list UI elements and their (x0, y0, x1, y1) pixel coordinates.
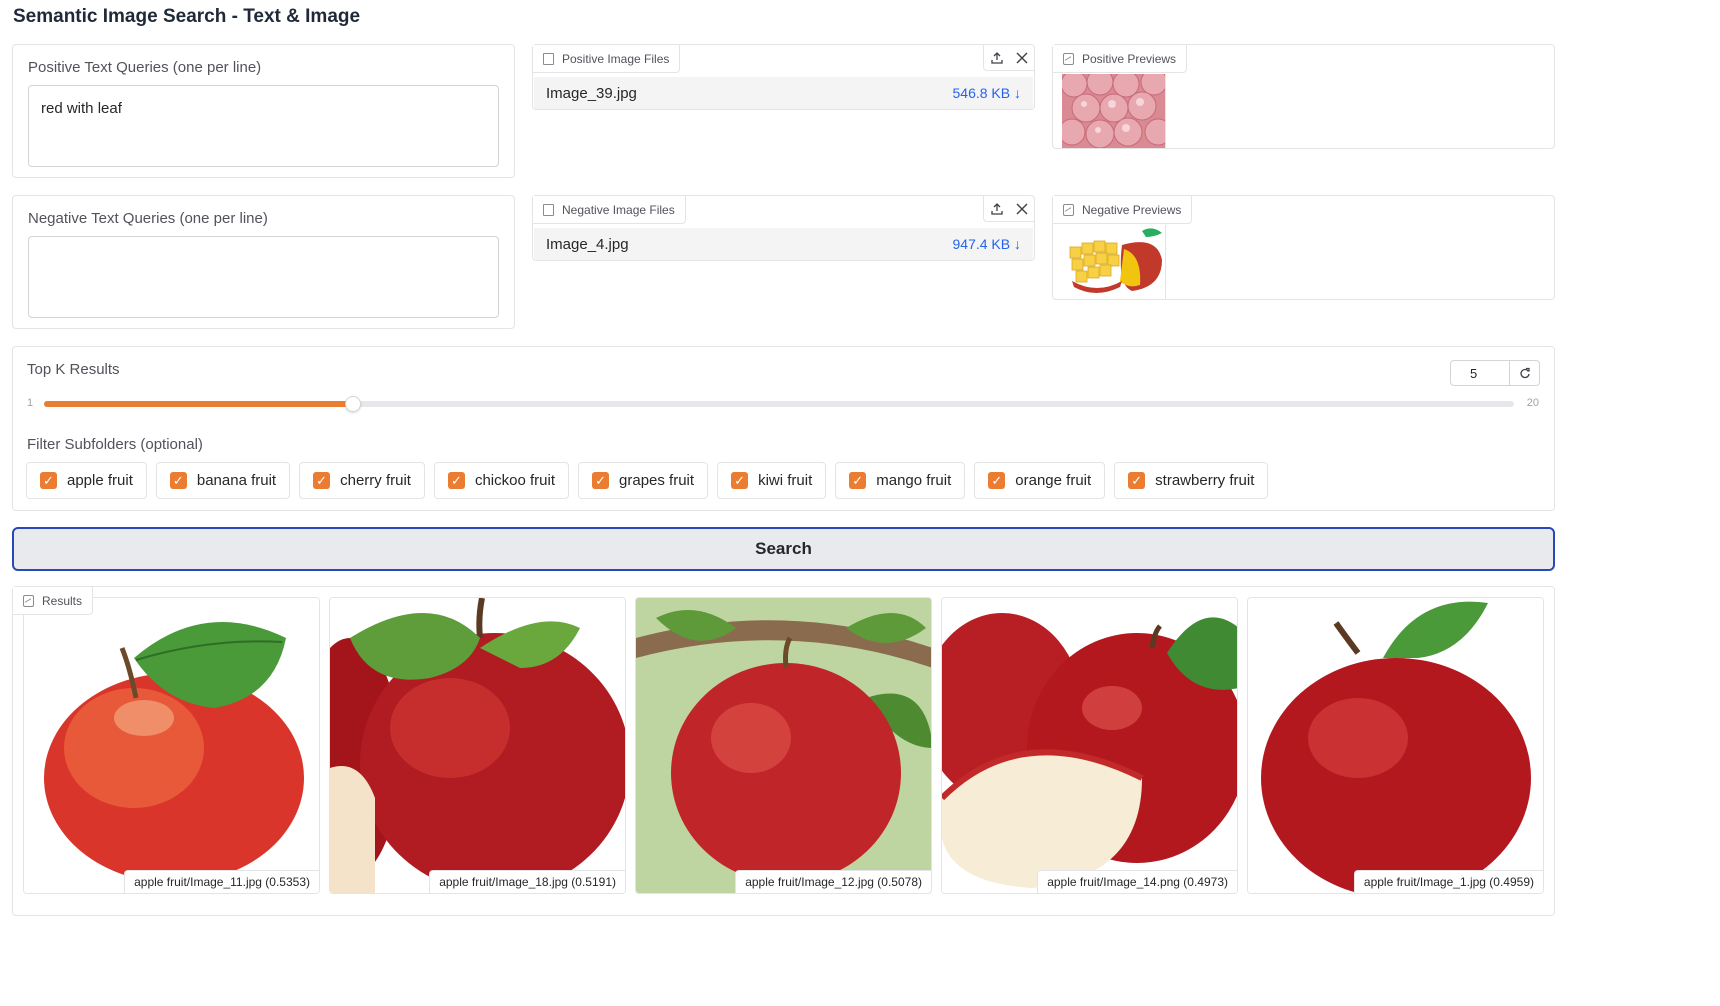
positive-text-input[interactable]: red with leaf (28, 85, 499, 167)
positive-text-panel: Positive Text Queries (one per line) red… (12, 44, 515, 178)
filter-option-label: chickoo fruit (474, 472, 556, 489)
filter-option-label: grapes fruit (619, 472, 695, 489)
results-tab: Results (13, 587, 94, 615)
apple-image (24, 598, 319, 893)
file-download-link[interactable]: 546.8 KB ↓ (953, 85, 1022, 101)
file-icon (543, 52, 554, 65)
file-name: Image_4.jpg (546, 235, 629, 253)
slider-min-label: 1 (27, 397, 34, 409)
file-row[interactable]: Image_4.jpg 947.4 KB ↓ (534, 228, 1033, 260)
apple-image (636, 598, 931, 893)
filter-option-label: mango fruit (876, 472, 952, 489)
positive-files-label: Positive Image Files (562, 51, 670, 66)
checkbox[interactable]: ✓ (40, 472, 57, 489)
top-k-slider[interactable] (44, 396, 1514, 412)
file-row[interactable]: Image_39.jpg 546.8 KB ↓ (534, 77, 1033, 109)
result-item[interactable]: apple fruit/Image_1.jpg (0.4959) (1247, 597, 1544, 894)
page-title: Semantic Image Search - Text & Image (13, 6, 361, 27)
negative-previews-tab: Negative Previews (1053, 196, 1193, 224)
checkbox[interactable]: ✓ (731, 472, 749, 489)
result-item[interactable]: apple fruit/Image_14.png (0.4973) (941, 597, 1238, 894)
negative-text-panel: Negative Text Queries (one per line) (12, 195, 515, 329)
positive-previews-tab: Positive Previews (1053, 45, 1188, 73)
results-label: Results (42, 593, 83, 608)
negative-files-panel: Negative Image Files Image_4.jpg 947.4 K… (532, 195, 1035, 261)
filter-option-strawberry[interactable]: ✓ strawberry fruit (1114, 462, 1269, 499)
positive-files-panel: Positive Image Files Image_39.jpg 546.8 … (532, 44, 1035, 110)
negative-preview-thumbnail[interactable] (1062, 225, 1166, 299)
filter-option-label: apple fruit (67, 472, 133, 489)
image-icon (23, 594, 34, 607)
file-icon (543, 203, 554, 216)
image-icon (1063, 52, 1074, 65)
positive-previews-panel: Positive Previews (1052, 44, 1555, 149)
slider-fill (44, 401, 353, 407)
result-item[interactable]: apple fruit/Image_18.jpg (0.5191) (329, 597, 626, 894)
filter-option-orange[interactable]: ✓ orange fruit (974, 462, 1106, 499)
apple-image (942, 598, 1237, 893)
apple-image (1248, 598, 1543, 893)
negative-files-tab: Negative Image Files (533, 196, 686, 224)
filter-option-label: strawberry fruit (1155, 472, 1255, 489)
checkbox[interactable]: ✓ (1128, 472, 1146, 489)
checkbox[interactable]: ✓ (849, 472, 867, 489)
negative-text-input[interactable] (28, 236, 499, 318)
positive-text-label: Positive Text Queries (one per line) (28, 59, 262, 76)
image-icon (1063, 203, 1074, 216)
slider-max-label: 20 (1526, 397, 1539, 409)
file-name: Image_39.jpg (546, 84, 637, 102)
apple-image (330, 598, 625, 893)
result-caption: apple fruit/Image_18.jpg (0.5191) (429, 870, 625, 893)
filter-option-banana[interactable]: ✓ banana fruit (155, 462, 291, 499)
filter-option-chickoo[interactable]: ✓ chickoo fruit (433, 462, 570, 499)
top-k-label: Top K Results (27, 361, 120, 378)
negative-previews-label: Negative Previews (1082, 202, 1182, 217)
top-k-number-input[interactable]: 5 (1450, 360, 1510, 386)
reset-icon[interactable] (1510, 360, 1540, 386)
checkbox[interactable]: ✓ (592, 472, 610, 489)
filter-option-label: orange fruit (1015, 472, 1092, 489)
filter-option-cherry[interactable]: ✓ cherry fruit (299, 462, 425, 499)
close-icon[interactable] (1009, 196, 1034, 222)
results-gallery: Results apple fruit/Image_11.jpg (0.5353… (12, 586, 1555, 916)
result-caption: apple fruit/Image_12.jpg (0.5078) (735, 870, 931, 893)
checkbox[interactable]: ✓ (447, 472, 465, 489)
upload-icon[interactable] (984, 45, 1009, 71)
result-caption: apple fruit/Image_11.jpg (0.5353) (124, 870, 319, 893)
checkbox[interactable]: ✓ (988, 472, 1006, 489)
negative-text-label: Negative Text Queries (one per line) (28, 210, 268, 227)
filter-options: ✓ apple fruit ✓ banana fruit ✓ cherry fruit… (26, 462, 1269, 499)
filter-option-grapes[interactable]: ✓ grapes fruit (578, 462, 709, 499)
filter-option-kiwi[interactable]: ✓ kiwi fruit (717, 462, 827, 499)
filter-option-label: banana fruit (196, 472, 277, 489)
negative-files-label: Negative Image Files (562, 202, 675, 217)
file-actions (983, 45, 1034, 71)
positive-files-tab: Positive Image Files (533, 45, 681, 73)
file-download-link[interactable]: 947.4 KB ↓ (953, 236, 1022, 252)
positive-preview-thumbnail[interactable] (1062, 74, 1166, 148)
close-icon[interactable] (1009, 45, 1034, 71)
file-actions (983, 196, 1034, 222)
result-caption: apple fruit/Image_1.jpg (0.4959) (1353, 870, 1543, 893)
results-grid: apple fruit/Image_11.jpg (0.5353) apple … (23, 597, 1544, 894)
filter-option-mango[interactable]: ✓ mango fruit (835, 462, 966, 499)
negative-previews-panel: Negative Previews (1052, 195, 1555, 300)
positive-previews-label: Positive Previews (1082, 51, 1177, 66)
result-caption: apple fruit/Image_14.png (0.4973) (1037, 870, 1237, 893)
filter-option-label: kiwi fruit (758, 472, 813, 489)
slider-handle[interactable] (344, 396, 361, 412)
upload-icon[interactable] (984, 196, 1009, 222)
search-button[interactable]: Search (12, 527, 1555, 571)
result-item[interactable]: apple fruit/Image_11.jpg (0.5353) (23, 597, 320, 894)
checkbox[interactable]: ✓ (169, 472, 187, 489)
options-panel: Top K Results 5 1 20 Filter Subfolders (… (12, 346, 1555, 511)
checkbox[interactable]: ✓ (313, 472, 331, 489)
filter-option-apple[interactable]: ✓ apple fruit (26, 462, 147, 499)
filter-label: Filter Subfolders (optional) (27, 436, 203, 453)
filter-option-label: cherry fruit (340, 472, 411, 489)
result-item[interactable]: apple fruit/Image_12.jpg (0.5078) (635, 597, 932, 894)
